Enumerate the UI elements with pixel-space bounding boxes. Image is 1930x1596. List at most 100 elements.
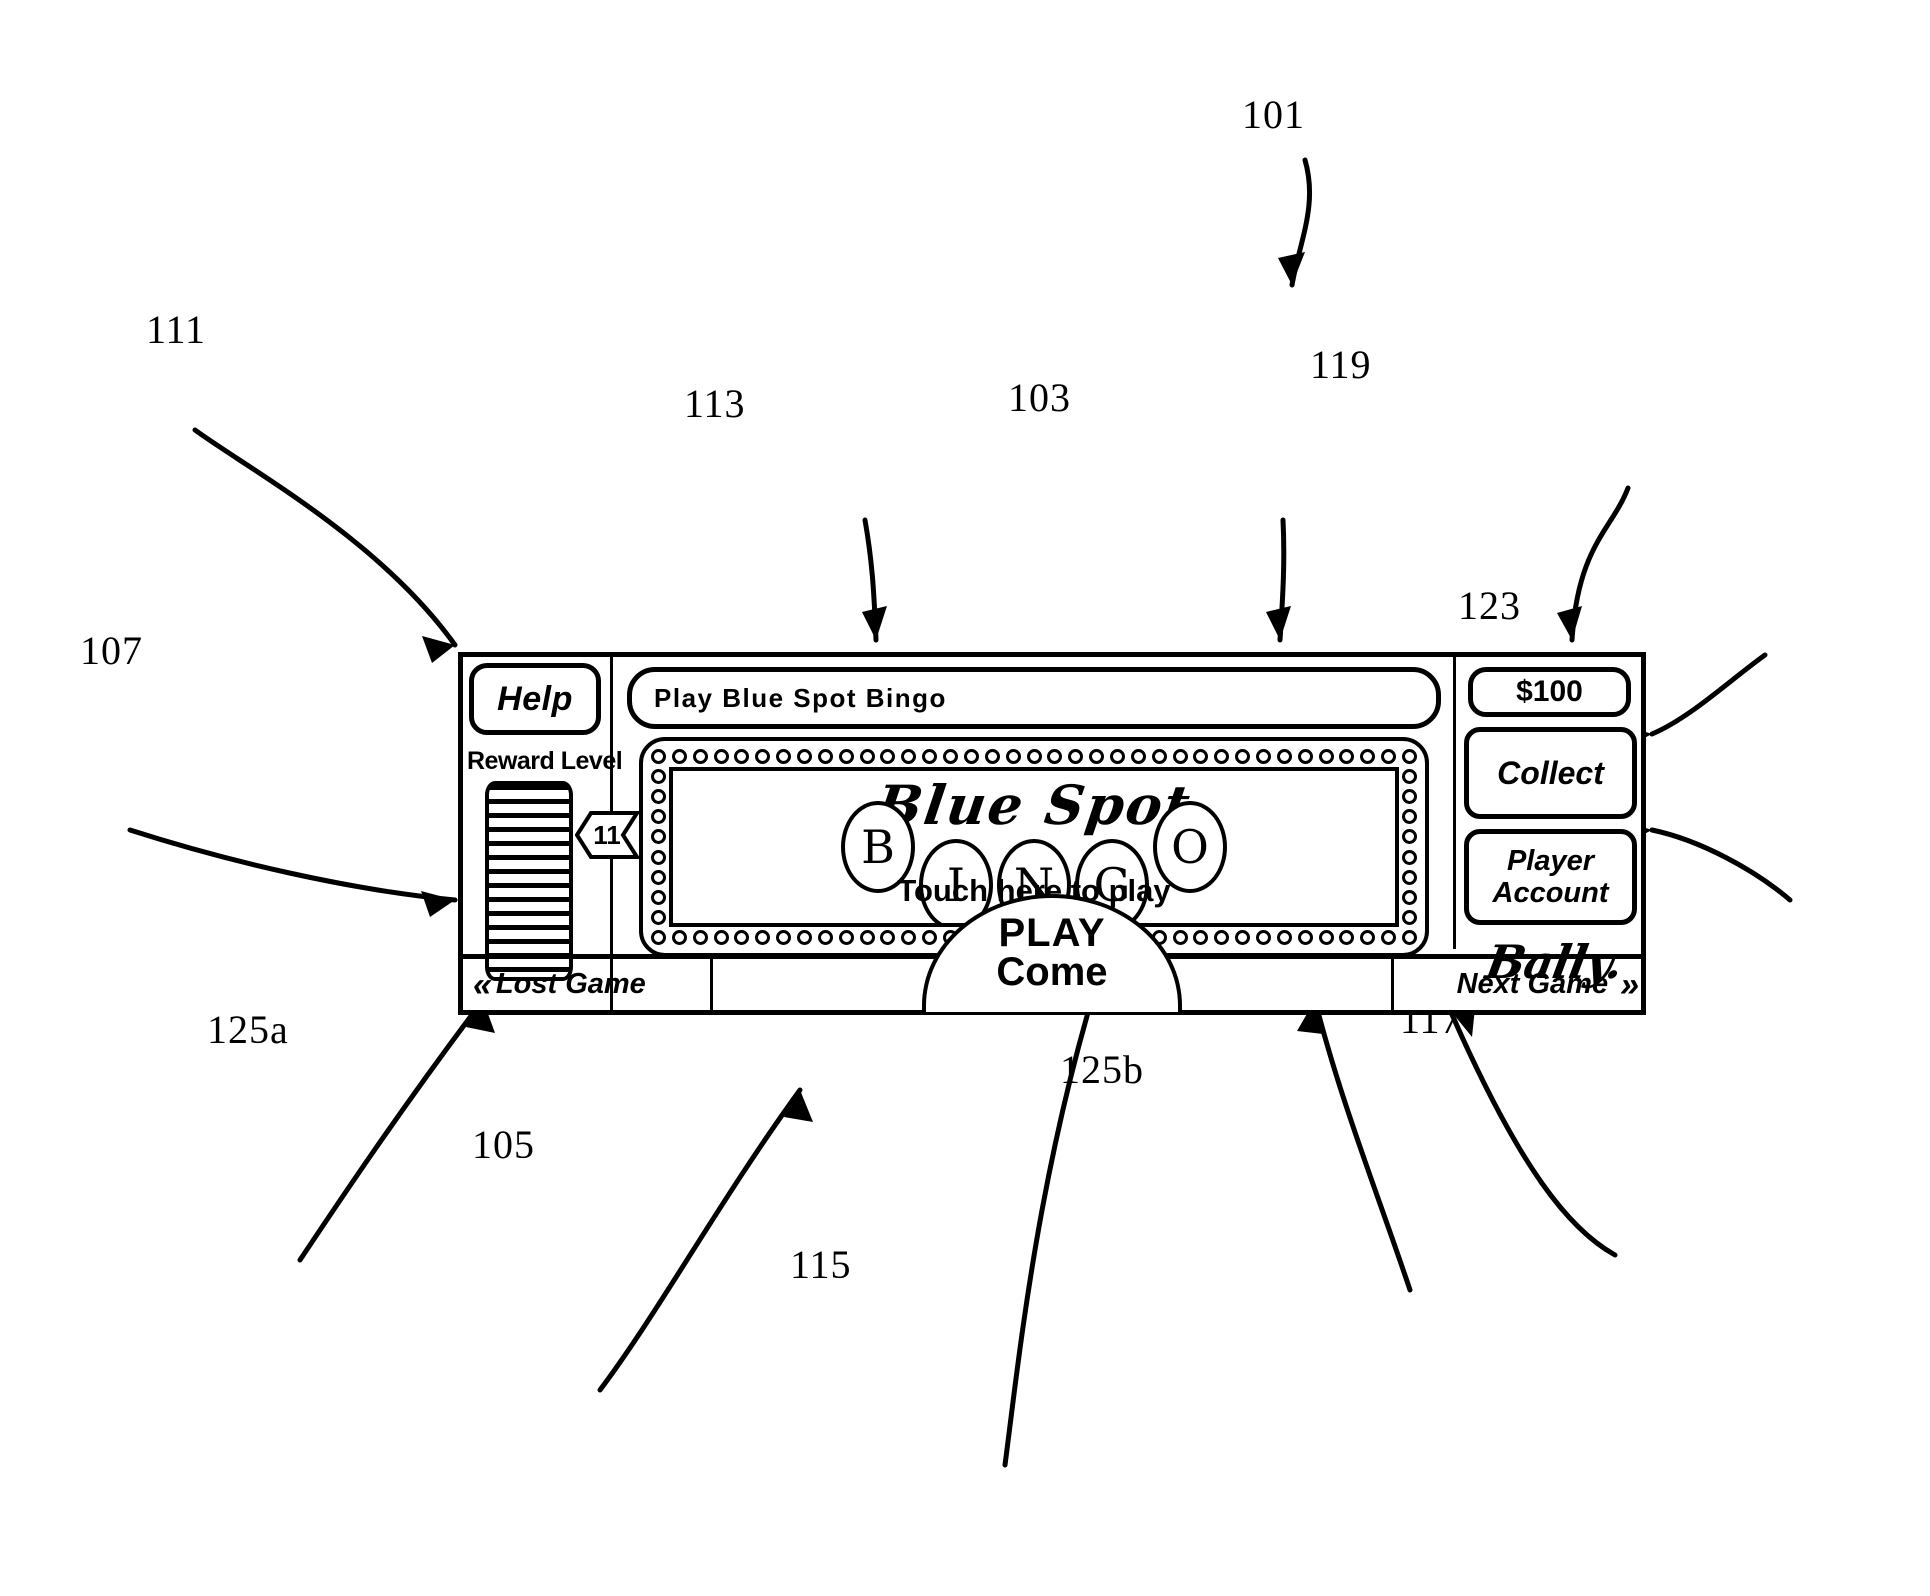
marquee-bead	[1402, 930, 1417, 945]
reward-level-value: 11	[593, 819, 621, 850]
marquee-bead	[880, 749, 896, 764]
marquee-bead	[1235, 749, 1251, 764]
marquee-bead	[734, 930, 750, 945]
marquee-bead	[1193, 749, 1209, 764]
player-account-button[interactable]: Player Account	[1464, 829, 1637, 925]
marquee-bead	[692, 749, 708, 764]
marquee-bead	[651, 889, 666, 905]
marquee-bead	[1402, 749, 1417, 764]
message-bar: Play Blue Spot Bingo	[627, 667, 1441, 729]
player-account-line1: Player	[1506, 844, 1595, 877]
ref-numeral-125a: 125a	[207, 1007, 289, 1052]
marquee-bead	[651, 809, 666, 825]
marquee-bead	[901, 930, 917, 945]
marquee-bead	[671, 749, 687, 764]
marquee-bead	[1255, 930, 1271, 945]
marquee-bead	[1130, 749, 1146, 764]
marquee-bead	[651, 749, 666, 764]
marquee-bead	[817, 749, 833, 764]
marquee-bead	[797, 930, 813, 945]
marquee-bead	[1360, 749, 1376, 764]
marquee-bead	[1047, 749, 1063, 764]
marquee-bead	[1193, 930, 1209, 945]
marquee-bead	[713, 749, 729, 764]
marquee-bead	[1089, 749, 1105, 764]
marquee-bead	[901, 749, 917, 764]
marquee-bead	[1402, 809, 1417, 825]
ref-numeral-107: 107	[80, 628, 143, 673]
marquee-bead	[1381, 749, 1397, 764]
gaming-machine-cabinet: Help Reward Level 11 Play Blue Spot Bing…	[458, 652, 1646, 1015]
ref-numeral-125b: 125b	[1060, 1047, 1144, 1092]
marquee-bead	[838, 930, 854, 945]
marquee-bead	[1339, 749, 1355, 764]
marquee-bead	[734, 749, 750, 764]
marquee-bead	[651, 849, 666, 865]
collect-button-label: Collect	[1497, 754, 1604, 791]
marquee-bead	[671, 930, 687, 945]
collect-button[interactable]: Collect	[1464, 727, 1637, 819]
double-chevron-left-icon: «	[473, 965, 492, 1004]
marquee-bead	[1402, 789, 1417, 805]
marquee-bead	[1276, 749, 1292, 764]
marquee-bead	[776, 930, 792, 945]
marquee-bead	[1214, 749, 1230, 764]
ref-numeral-105: 105	[472, 1122, 535, 1167]
marquee-bead	[651, 769, 666, 785]
marquee-bead	[984, 749, 1000, 764]
marquee-bead	[755, 930, 771, 945]
marquee-bead	[1005, 749, 1021, 764]
marquee-bead	[651, 930, 666, 945]
ref-numeral-119: 119	[1310, 342, 1372, 387]
next-game-label: Next Game	[1456, 968, 1609, 1000]
play-button-line2: Come	[996, 950, 1108, 994]
ref-numeral-115: 115	[790, 1242, 852, 1287]
marquee-bead	[1235, 930, 1251, 945]
last-game-button[interactable]: « Lost Game	[463, 959, 713, 1010]
marquee-bead	[1214, 930, 1230, 945]
marquee-bead	[817, 930, 833, 945]
marquee-bead	[880, 930, 896, 945]
marquee-bead	[859, 749, 875, 764]
marquee-bead	[1172, 749, 1188, 764]
marquee-bead	[1381, 930, 1397, 945]
ref-numeral-113: 113	[684, 381, 746, 426]
marquee-bead	[776, 749, 792, 764]
marquee-bead	[1318, 930, 1334, 945]
marquee-bead	[1255, 749, 1271, 764]
marquee-bead	[1360, 930, 1376, 945]
next-game-button[interactable]: Next Game »	[1391, 959, 1641, 1010]
marquee-bead	[1402, 869, 1417, 885]
marquee-bead	[651, 789, 666, 805]
credit-meter: $100	[1468, 667, 1631, 717]
marquee-bead	[1151, 749, 1167, 764]
reward-level-label: Reward Level	[467, 747, 623, 775]
marquee-bead	[1402, 769, 1417, 785]
marquee-bead	[755, 749, 771, 764]
right-control-column: $100 Collect Player Account Bally.	[1453, 657, 1641, 989]
marquee-bead	[1318, 749, 1334, 764]
marquee-bead	[1068, 749, 1084, 764]
marquee-bead	[1026, 749, 1042, 764]
marquee-bead	[1402, 909, 1417, 925]
marquee-bead	[1339, 930, 1355, 945]
marquee-bead	[713, 930, 729, 945]
marquee-bead	[963, 749, 979, 764]
marquee-bead	[1297, 930, 1313, 945]
marquee-bead	[651, 909, 666, 925]
ref-numeral-103: 103	[1008, 375, 1071, 420]
help-button[interactable]: Help	[469, 663, 601, 735]
marquee-bead	[651, 869, 666, 885]
last-game-label: Lost Game	[495, 968, 646, 1000]
ref-numeral-123: 123	[1458, 583, 1521, 628]
marquee-bead	[1402, 889, 1417, 905]
ref-numeral-101: 101	[1242, 92, 1305, 137]
marquee-bead	[943, 749, 959, 764]
marquee-bead	[838, 749, 854, 764]
marquee-bead	[859, 930, 875, 945]
marquee-bead	[797, 749, 813, 764]
player-account-line2: Account	[1492, 877, 1609, 909]
marquee-bead	[692, 930, 708, 945]
double-chevron-right-icon: »	[1620, 965, 1639, 1004]
marquee-bead	[1276, 930, 1292, 945]
